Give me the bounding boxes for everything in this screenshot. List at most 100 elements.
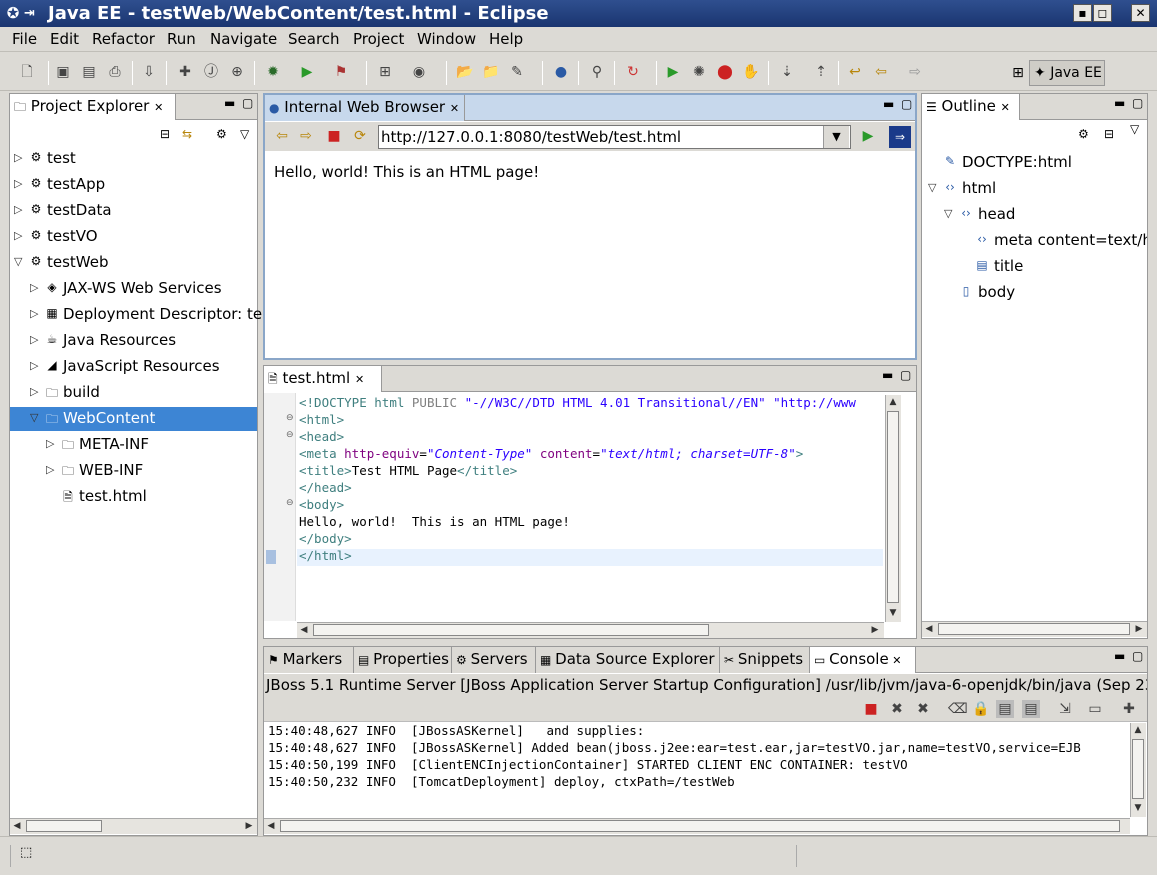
menu-file[interactable]: File xyxy=(12,30,37,48)
view-menu-icon[interactable]: ▽ xyxy=(1130,122,1139,136)
scroll-left-icon[interactable]: ◀ xyxy=(264,819,278,833)
previous-annotation-icon[interactable]: ⇡ xyxy=(812,63,830,81)
scroll-up-icon[interactable]: ▲ xyxy=(1131,723,1145,737)
open-file-icon[interactable]: 📁 xyxy=(482,63,500,81)
scroll-left-icon[interactable]: ◀ xyxy=(297,623,311,637)
publish-icon[interactable]: ⇩ xyxy=(140,63,158,81)
vscroll-thumb[interactable] xyxy=(1132,739,1144,799)
tree-item[interactable]: ▷ ◢ JavaScript Resources xyxy=(10,355,257,379)
maximize-view-icon[interactable]: ▢ xyxy=(1132,96,1143,110)
outline-hscroll[interactable]: ◀ ▶ xyxy=(922,621,1147,637)
scroll-up-icon[interactable]: ▲ xyxy=(886,395,900,409)
console-vscroll[interactable]: ▲ ▼ xyxy=(1130,723,1146,817)
browser-forward-icon[interactable]: ⇨ xyxy=(297,127,315,145)
collapsed-arrow-icon[interactable]: ▷ xyxy=(30,281,38,294)
menu-window[interactable]: Window xyxy=(417,30,476,48)
external-tools-icon[interactable]: ⚑ xyxy=(332,63,350,81)
open-console-icon[interactable]: ✚ xyxy=(1120,700,1138,718)
scroll-down-icon[interactable]: ▼ xyxy=(1131,801,1145,815)
remove-all-icon[interactable]: ✖ xyxy=(914,700,932,718)
close-tab-icon[interactable]: ✕ xyxy=(889,654,901,667)
minimize-button[interactable]: ▪ xyxy=(1073,4,1092,22)
collapsed-arrow-icon[interactable]: ▷ xyxy=(30,385,38,398)
scroll-lock-icon[interactable]: 🔒 xyxy=(972,700,990,718)
minimize-view-icon[interactable]: ▬ xyxy=(224,96,235,110)
next-annotation-icon[interactable]: ⇣ xyxy=(778,63,796,81)
expanded-arrow-icon[interactable]: ▽ xyxy=(14,255,22,268)
new-project-icon[interactable]: ✚ xyxy=(176,63,194,81)
tab-data-source-explorer[interactable]: ▦ Data Source Explorer xyxy=(536,647,720,673)
view-menu-icon[interactable]: ▽ xyxy=(240,127,249,141)
expanded-arrow-icon[interactable]: ▽ xyxy=(944,207,952,220)
browser-stop-icon[interactable]: ■ xyxy=(325,127,343,145)
debug-server-icon[interactable]: ✺ xyxy=(690,63,708,81)
search-icon[interactable]: ⚲ xyxy=(588,63,606,81)
hscroll-thumb[interactable] xyxy=(280,820,1120,832)
collapsed-arrow-icon[interactable]: ▷ xyxy=(46,437,54,450)
maximize-view-icon[interactable]: ▢ xyxy=(900,368,911,382)
show-stdout-icon[interactable]: ▤ xyxy=(996,700,1014,718)
outline-item[interactable]: ▤ title xyxy=(922,255,1147,279)
project-explorer-hscroll[interactable]: ◀ ▶ xyxy=(10,818,257,834)
tree-item[interactable]: ▷ ⚙ testData xyxy=(10,199,257,223)
print-icon[interactable]: ⎙ xyxy=(106,63,124,81)
clear-console-icon[interactable]: ⌫ xyxy=(948,700,968,718)
minimize-view-icon[interactable]: ▬ xyxy=(1114,96,1125,110)
console-hscroll[interactable]: ◀ xyxy=(264,818,1130,834)
tree-item[interactable]: ▷ ⚙ testApp xyxy=(10,173,257,197)
close-tab-icon[interactable]: ✕ xyxy=(450,102,459,115)
outline-item[interactable]: ▯ body xyxy=(922,281,1147,305)
filter-icon[interactable]: ⚙ xyxy=(216,127,227,141)
menu-navigate[interactable]: Navigate xyxy=(210,30,277,48)
open-perspective-icon[interactable]: ⊞ xyxy=(1008,60,1028,86)
minimize-view-icon[interactable]: ▬ xyxy=(883,97,894,111)
menu-project[interactable]: Project xyxy=(353,30,404,48)
pin-console-icon[interactable]: ⇲ xyxy=(1056,700,1074,718)
stop-server-icon[interactable]: ⬤ xyxy=(716,63,734,81)
expanded-arrow-icon[interactable]: ▽ xyxy=(928,181,936,194)
collapsed-arrow-icon[interactable]: ▷ xyxy=(30,333,38,346)
new-package-icon[interactable]: ⊕ xyxy=(228,63,246,81)
window-menu-icon[interactable]: ✪ xyxy=(4,4,22,22)
browser-refresh-icon[interactable]: ⟳ xyxy=(351,127,369,145)
close-tab-icon[interactable]: ✕ xyxy=(154,101,163,114)
tab-test-html[interactable]: 🗎 test.html ✕ xyxy=(264,366,382,392)
filter-icon[interactable]: ⚙ xyxy=(1078,127,1089,141)
collapse-all-icon[interactable]: ⊟ xyxy=(1104,127,1114,141)
edit-icon[interactable]: ✎ xyxy=(508,63,526,81)
close-tab-icon[interactable]: ✕ xyxy=(355,373,364,386)
collapsed-arrow-icon[interactable]: ▷ xyxy=(14,151,22,164)
scroll-left-icon[interactable]: ◀ xyxy=(10,819,24,833)
scroll-down-icon[interactable]: ▼ xyxy=(886,606,900,620)
menu-search[interactable]: Search xyxy=(288,30,340,48)
link-editor-icon[interactable]: ⇆ xyxy=(182,127,192,141)
vscroll-thumb[interactable] xyxy=(887,411,899,603)
run-icon[interactable]: ▶ xyxy=(298,63,316,81)
open-type-icon[interactable]: ⊞ xyxy=(376,63,394,81)
forward-icon[interactable]: ⇨ xyxy=(906,63,924,81)
browser-go-icon[interactable]: ▶ xyxy=(859,127,877,145)
minimize-view-icon[interactable]: ▬ xyxy=(1114,649,1125,663)
hscroll-thumb[interactable] xyxy=(26,820,102,832)
scroll-right-icon[interactable]: ▶ xyxy=(868,623,882,637)
fold-head-icon[interactable]: ⊖ xyxy=(286,430,294,440)
back-icon[interactable]: ⇦ xyxy=(872,63,890,81)
collapsed-arrow-icon[interactable]: ▷ xyxy=(30,359,38,372)
perspective-java-ee-button[interactable]: ✦ Java EE xyxy=(1029,60,1105,86)
open-folder-icon[interactable]: 📂 xyxy=(456,63,474,81)
tab-servers[interactable]: ⚙ Servers xyxy=(452,647,536,673)
tab-properties[interactable]: ▤ Properties xyxy=(354,647,452,673)
tree-item[interactable]: ▷ 🗀 META-INF xyxy=(10,433,257,457)
browser-url-input[interactable]: http://127.0.0.1:8080/testWeb/test.html xyxy=(378,125,851,149)
tree-item[interactable]: ▽ ⚙ testWeb xyxy=(10,251,257,275)
tab-outline[interactable]: ☰ Outline ✕ xyxy=(922,94,1020,120)
tree-item[interactable]: ▷ 🗀 build xyxy=(10,381,257,405)
outline-item[interactable]: ▽ ‹› head xyxy=(922,203,1147,227)
browser-back-icon[interactable]: ⇦ xyxy=(273,127,291,145)
outline-item[interactable]: ‹› meta content=text/h xyxy=(922,229,1147,253)
collapsed-arrow-icon[interactable]: ▷ xyxy=(14,203,22,216)
save-icon[interactable]: ▣ xyxy=(54,63,72,81)
refresh-icon[interactable]: ↻ xyxy=(624,63,642,81)
hscroll-thumb[interactable] xyxy=(938,623,1130,635)
collapsed-arrow-icon[interactable]: ▷ xyxy=(30,307,38,320)
